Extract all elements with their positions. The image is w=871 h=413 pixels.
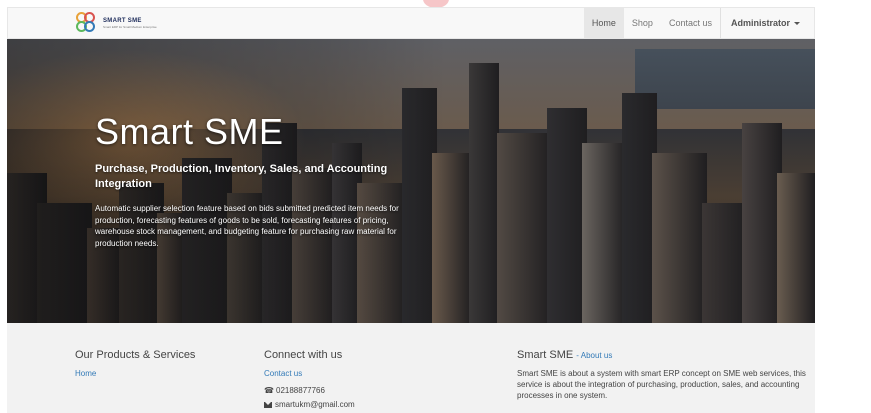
phone-icon: ☎ xyxy=(264,386,274,395)
nav-links: Home Shop Contact us Administrator xyxy=(583,8,814,38)
skyline-building xyxy=(702,203,747,323)
about-us-link[interactable]: - About us xyxy=(576,351,612,360)
hero-content: Smart SME Purchase, Production, Inventor… xyxy=(95,114,415,249)
brand-tagline: Smart ERP for Small Medium Enterprise xyxy=(103,24,157,29)
connect-heading: Connect with us xyxy=(264,349,343,361)
logo-circles-icon xyxy=(76,12,100,34)
hero-banner: Smart SME Purchase, Production, Inventor… xyxy=(7,39,815,323)
skyline-building xyxy=(652,153,707,323)
footer-home-link[interactable]: Home xyxy=(75,369,195,378)
nav-shop[interactable]: Shop xyxy=(624,8,661,38)
hero-description: Automatic supplier selection feature bas… xyxy=(95,204,399,248)
envelope-icon xyxy=(264,401,272,408)
footer: Our Products & Services Home Connect wit… xyxy=(7,323,815,413)
brand-logo[interactable]: SMART SME Smart ERP for Small Medium Ent… xyxy=(76,10,157,36)
skyline-building xyxy=(547,108,587,323)
hero-subtitle: Purchase, Production, Inventory, Sales, … xyxy=(95,163,388,190)
skyline-building xyxy=(742,123,782,323)
phone-line: ☎ 02188877766 xyxy=(264,386,355,395)
user-menu-label: Administrator xyxy=(730,18,790,28)
brand-name: SMART SME xyxy=(103,17,142,24)
skyline-building xyxy=(777,173,815,323)
about-title: Smart SME xyxy=(517,349,574,361)
hero-title: Smart SME xyxy=(95,111,284,152)
footer-contact-link[interactable]: Contact us xyxy=(264,369,355,378)
products-heading: Our Products & Services xyxy=(75,349,196,361)
footer-about: Smart SME - About us Smart SME is about … xyxy=(517,349,807,401)
nav-contact-us[interactable]: Contact us xyxy=(661,8,720,38)
skyline-building xyxy=(582,143,627,323)
email-line: smartukm@gmail.com xyxy=(264,400,355,409)
phone-number: 02188877766 xyxy=(276,386,325,395)
skyline-building xyxy=(469,63,499,323)
email-address: smartukm@gmail.com xyxy=(275,400,355,409)
user-menu-dropdown[interactable]: Administrator xyxy=(721,8,814,38)
footer-products: Our Products & Services Home xyxy=(75,349,195,378)
caret-down-icon xyxy=(794,21,800,25)
navbar: SMART SME Smart ERP for Small Medium Ent… xyxy=(7,7,815,39)
about-text: Smart SME is about a system with smart E… xyxy=(517,369,806,400)
footer-connect: Connect with us Contact us ☎ 02188877766… xyxy=(264,349,355,409)
hero-lake xyxy=(635,49,815,109)
skyline-building xyxy=(497,133,552,323)
about-heading: Smart SME - About us xyxy=(517,349,807,361)
nav-home[interactable]: Home xyxy=(583,8,624,38)
